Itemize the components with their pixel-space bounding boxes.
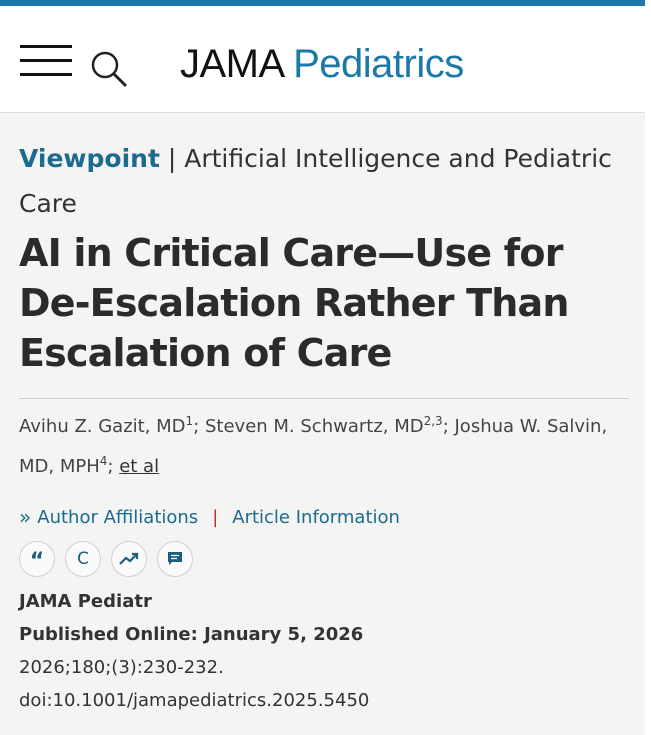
author-affiliations-link[interactable]: Author Affiliations (37, 507, 198, 528)
article-title: AI in Critical Care—Use for De-Escalatio… (19, 231, 569, 375)
metrics-button[interactable] (111, 541, 147, 577)
comment-button[interactable] (157, 541, 193, 577)
article-category: Viewpoint | Artificial Intelligence and … (19, 136, 629, 226)
author-affiliation-number: 2,3 (423, 414, 443, 428)
author-separator: ; (442, 416, 455, 437)
author-separator: ; (107, 456, 120, 477)
category-separator: | (159, 144, 185, 173)
double-chevron-right-icon: » (19, 505, 32, 529)
journal-logo[interactable]: JAMA Pediatrics (180, 40, 464, 88)
crossref-button[interactable]: C (65, 541, 101, 577)
published-online-date: Published Online: January 5, 2026 (19, 624, 364, 645)
brand-jama: JAMA (180, 42, 283, 86)
hamburger-menu-icon[interactable] (20, 45, 72, 77)
author-name[interactable]: Steven M. Schwartz, MD (205, 416, 424, 437)
crossref-icon: C (77, 549, 89, 569)
cite-button[interactable]: “ (19, 541, 55, 577)
search-icon[interactable] (90, 50, 130, 90)
link-divider: | (212, 506, 219, 528)
author-separator: ; (193, 416, 205, 437)
publication-meta: JAMA Pediatr Published Online: January 5… (19, 585, 629, 717)
brand-pediatrics: Pediatrics (293, 42, 464, 86)
article-header: Viewpoint | Artificial Intelligence and … (19, 136, 629, 717)
site-header: JAMA Pediatrics (0, 6, 645, 113)
divider (19, 398, 629, 399)
et-al-link[interactable]: et al (119, 456, 159, 477)
quote-icon: “ (29, 549, 45, 574)
journal-abbrev: JAMA Pediatr (19, 591, 152, 612)
category-label[interactable]: Viewpoint (19, 144, 160, 173)
comment-icon (168, 552, 182, 565)
article-information-link[interactable]: Article Information (232, 507, 400, 528)
metrics-icon (119, 552, 139, 565)
author-name[interactable]: Avihu Z. Gazit, MD (19, 416, 186, 437)
doi-text[interactable]: doi:10.1001/jamapediatrics.2025.5450 (19, 684, 629, 717)
right-edge-strip (645, 0, 651, 735)
citation-volume: 2026;180;(3):230-232. (19, 657, 224, 678)
article-tools: “ C (19, 541, 629, 577)
author-list: Avihu Z. Gazit, MD1; Steven M. Schwartz,… (19, 407, 629, 487)
article-info-links: » Author Affiliations | Article Informat… (19, 505, 629, 529)
